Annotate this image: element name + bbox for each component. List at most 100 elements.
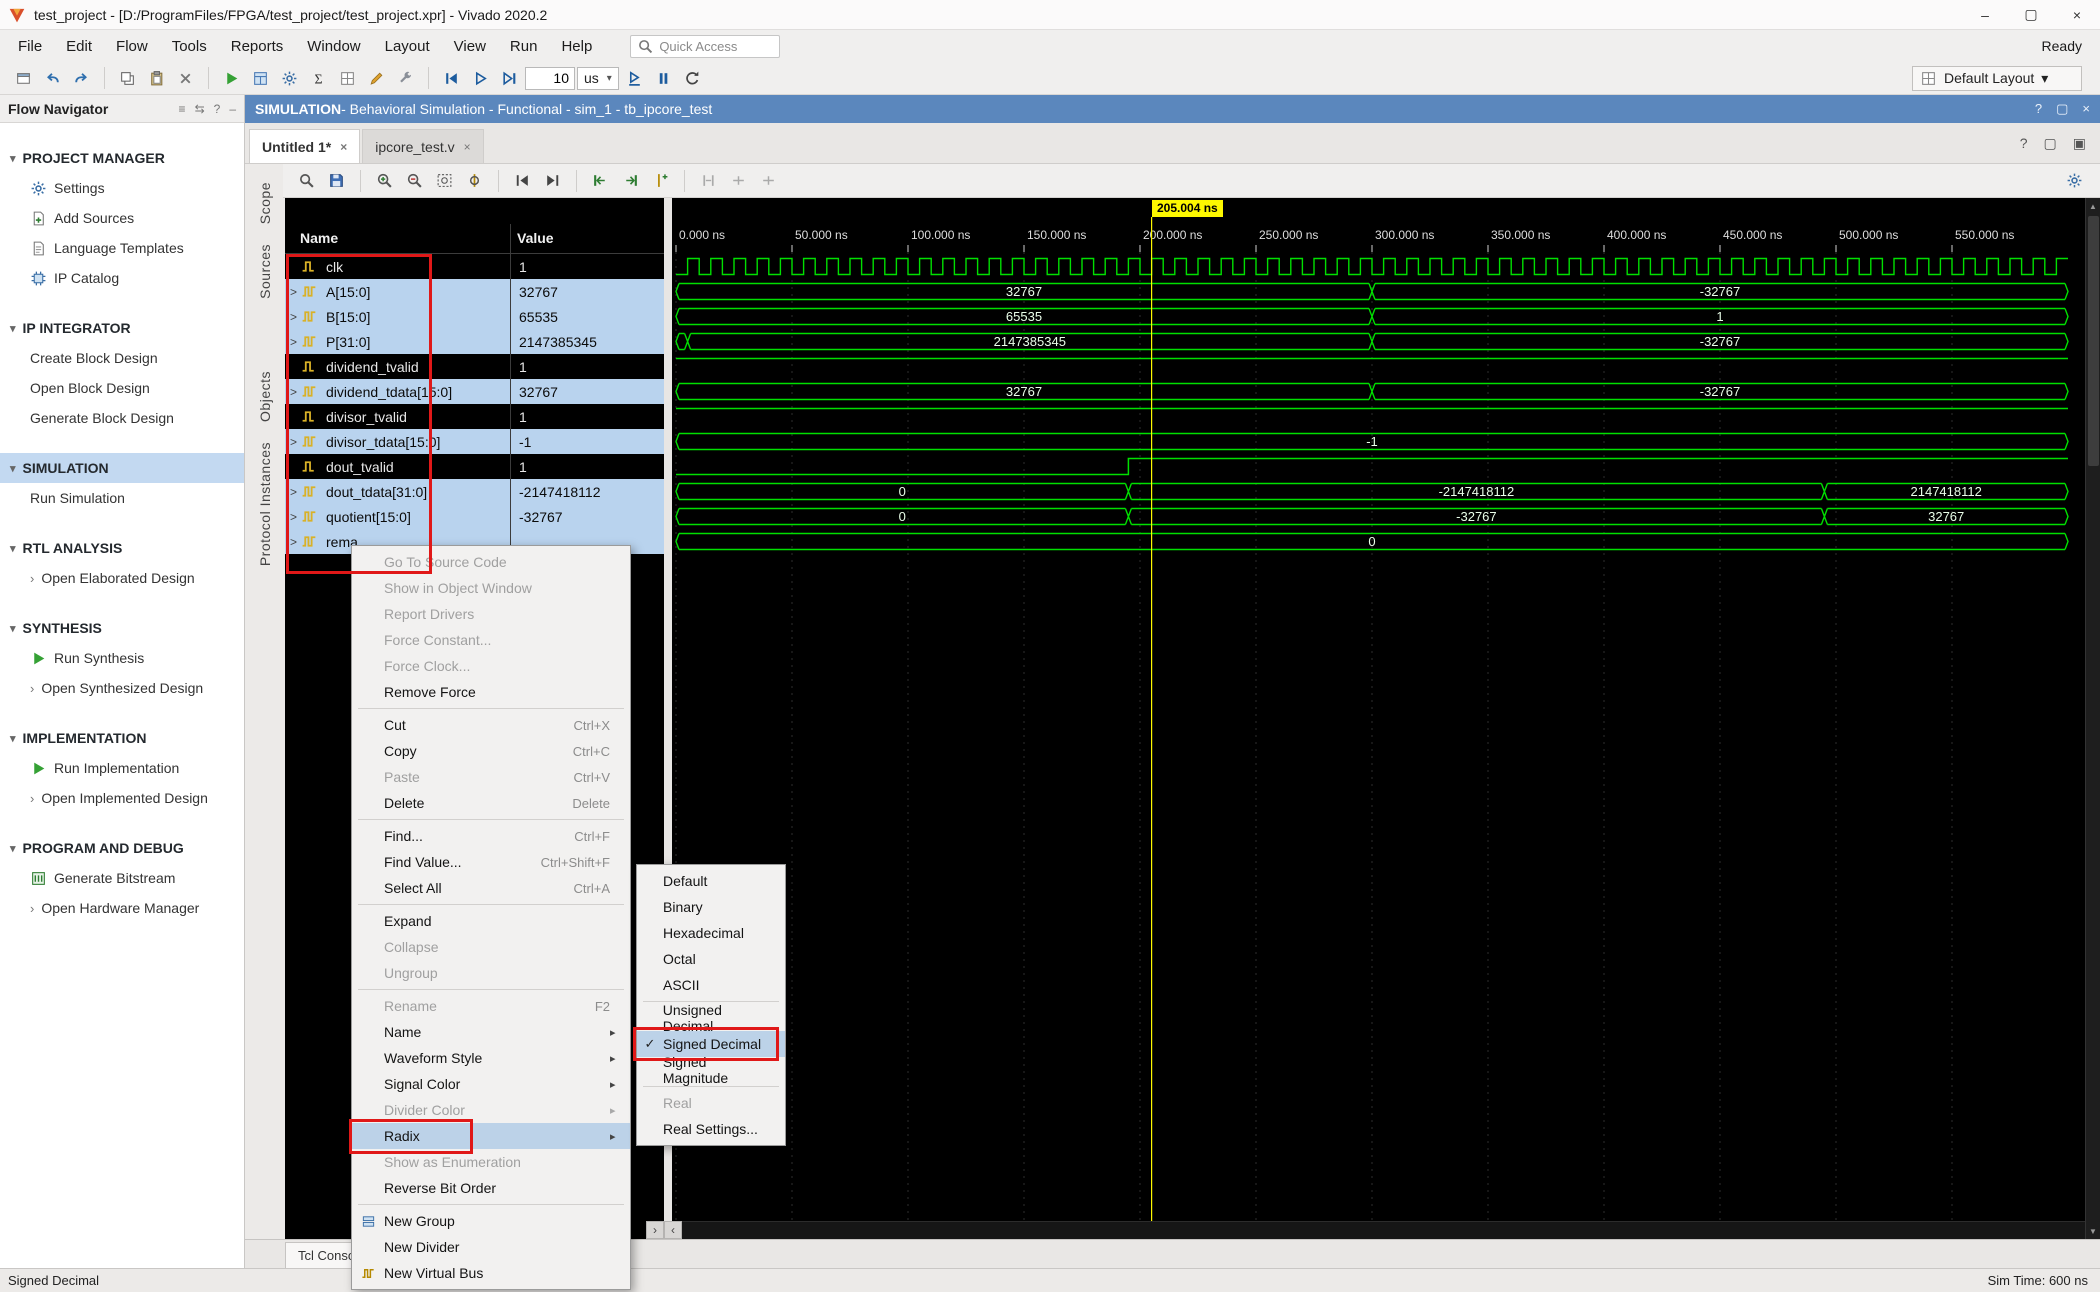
menu-run[interactable]: Run: [498, 33, 550, 60]
report-sum-button[interactable]: Σ: [305, 65, 332, 92]
flow-item-add-sources[interactable]: Add Sources: [0, 203, 244, 233]
menu-item-delete[interactable]: DeleteDelete: [352, 790, 630, 816]
quick-access-search[interactable]: Quick Access: [630, 35, 780, 58]
flow-item-create-block-design[interactable]: Create Block Design: [0, 343, 244, 373]
menu-item-signal-color[interactable]: Signal Color▸: [352, 1071, 630, 1097]
flow-item-run-synthesis[interactable]: Run Synthesis: [0, 643, 244, 673]
radix-option-octal[interactable]: Octal: [637, 946, 785, 972]
waveform-canvas[interactable]: 205.004 ns 0.000 ns50.000 ns100.000 ns15…: [672, 198, 2085, 1239]
menu-layout[interactable]: Layout: [373, 33, 442, 60]
restart-simulation-button[interactable]: [438, 65, 465, 92]
flow-section-simulation[interactable]: ▾SIMULATION: [0, 453, 244, 483]
close-icon[interactable]: ×: [340, 140, 347, 154]
edit-button[interactable]: [363, 65, 390, 92]
vertical-scrollbar[interactable]: ▲ ▼: [2085, 198, 2100, 1239]
flow-item-language-templates[interactable]: Language Templates: [0, 233, 244, 263]
layout-grid-button[interactable]: [334, 65, 361, 92]
menu-help[interactable]: Help: [549, 33, 604, 60]
pause-button[interactable]: [650, 65, 677, 92]
find-button[interactable]: [293, 167, 320, 194]
go-to-start-button[interactable]: [509, 167, 536, 194]
menu-flow[interactable]: Flow: [104, 33, 160, 60]
zoom-out-button[interactable]: [401, 167, 428, 194]
go-to-end-button[interactable]: [539, 167, 566, 194]
radix-option-ascii[interactable]: ASCII: [637, 972, 785, 998]
copy-button[interactable]: [114, 65, 141, 92]
run-button[interactable]: [218, 65, 245, 92]
tools-button[interactable]: [392, 65, 419, 92]
save-waveform-button[interactable]: [323, 167, 350, 194]
menu-reports[interactable]: Reports: [219, 33, 296, 60]
radix-option-real[interactable]: Real: [637, 1090, 785, 1116]
layout-select[interactable]: Default Layout▾: [1912, 66, 2082, 91]
flow-item-generate-bitstream[interactable]: Generate Bitstream: [0, 863, 244, 893]
menu-item-cut[interactable]: CutCtrl+X: [352, 712, 630, 738]
flow-section-rtl-analysis[interactable]: ▾RTL ANALYSIS: [0, 533, 244, 563]
radix-option-hexadecimal[interactable]: Hexadecimal: [637, 920, 785, 946]
step-button[interactable]: [621, 65, 648, 92]
close-icon[interactable]: ×: [2054, 0, 2100, 30]
side-tab-sources[interactable]: Sources: [257, 234, 273, 309]
undo-button[interactable]: [39, 65, 66, 92]
close-icon[interactable]: ×: [2082, 101, 2090, 117]
dashboard-button[interactable]: [247, 65, 274, 92]
flow-item-ip-catalog[interactable]: IP Catalog: [0, 263, 244, 293]
vertical-scroll-thumb[interactable]: [2088, 216, 2099, 466]
radix-option-real-settings[interactable]: Real Settings...: [637, 1116, 785, 1142]
flow-item-open-synthesized-design[interactable]: ›Open Synthesized Design: [0, 673, 244, 703]
float-icon[interactable]: ▢: [2056, 101, 2068, 117]
menu-item-paste[interactable]: PasteCtrl+V: [352, 764, 630, 790]
menu-window[interactable]: Window: [295, 33, 372, 60]
close-icon[interactable]: ×: [464, 140, 471, 154]
flow-item-settings[interactable]: Settings: [0, 173, 244, 203]
flow-section-ip-integrator[interactable]: ▾IP INTEGRATOR: [0, 313, 244, 343]
tab-untitled-1-[interactable]: Untitled 1*×: [249, 129, 360, 163]
next-transition-button[interactable]: [617, 167, 644, 194]
menu-item-force-constant[interactable]: Force Constant...: [352, 627, 630, 653]
floating-ruler-button[interactable]: [755, 167, 782, 194]
column-divider[interactable]: [510, 224, 511, 254]
add-marker-button[interactable]: [647, 167, 674, 194]
flow-item-run-simulation[interactable]: Run Simulation: [0, 483, 244, 513]
menu-item-ungroup[interactable]: Ungroup: [352, 960, 630, 986]
menu-item-report-drivers[interactable]: Report Drivers: [352, 601, 630, 627]
menu-item-find[interactable]: Find...Ctrl+F: [352, 823, 630, 849]
help-icon[interactable]: ?: [214, 102, 221, 116]
side-tab-scope[interactable]: Scope: [257, 172, 273, 234]
previous-transition-button[interactable]: [587, 167, 614, 194]
menu-item-find-value[interactable]: Find Value...Ctrl+Shift+F: [352, 849, 630, 875]
menu-edit[interactable]: Edit: [54, 33, 104, 60]
minimize-icon[interactable]: –: [1962, 0, 2008, 30]
menu-item-new-group[interactable]: New Group: [352, 1208, 630, 1234]
side-tab-objects[interactable]: Objects: [257, 361, 273, 432]
scroll-up-icon[interactable]: ▲: [2086, 198, 2100, 214]
radix-option-default[interactable]: Default: [637, 868, 785, 894]
flow-section-synthesis[interactable]: ▾SYNTHESIS: [0, 613, 244, 643]
toggle-icon[interactable]: ≡: [179, 102, 186, 116]
expand-right-icon[interactable]: ›: [646, 1221, 664, 1239]
zoom-to-cursor-button[interactable]: [461, 167, 488, 194]
menu-tools[interactable]: Tools: [160, 33, 219, 60]
collapse-left-icon[interactable]: ‹: [664, 1221, 682, 1239]
menu-item-rename[interactable]: RenameF2: [352, 993, 630, 1019]
swap-icon[interactable]: ⇆: [195, 102, 205, 116]
help-icon[interactable]: ?: [2035, 101, 2042, 117]
paste-button[interactable]: [143, 65, 170, 92]
settings-button[interactable]: [276, 65, 303, 92]
zoom-in-button[interactable]: [371, 167, 398, 194]
zoom-fit-button[interactable]: [431, 167, 458, 194]
collapse-icon[interactable]: –: [229, 102, 236, 116]
horizontal-scrollbar[interactable]: [672, 1221, 2085, 1239]
menu-item-name[interactable]: Name▸: [352, 1019, 630, 1045]
tab-ipcore-test-v[interactable]: ipcore_test.v×: [362, 129, 483, 163]
relaunch-button[interactable]: [679, 65, 706, 92]
waveform-plot[interactable]: 32767-327676553512147385345-3276732767-3…: [672, 198, 2085, 1239]
menu-item-expand[interactable]: Expand: [352, 908, 630, 934]
menu-item-collapse[interactable]: Collapse: [352, 934, 630, 960]
help-icon[interactable]: ?: [2020, 135, 2028, 151]
open-recent-button[interactable]: [10, 65, 37, 92]
flow-item-run-implementation[interactable]: Run Implementation: [0, 753, 244, 783]
menu-item-waveform-style[interactable]: Waveform Style▸: [352, 1045, 630, 1071]
radix-option-binary[interactable]: Binary: [637, 894, 785, 920]
flow-item-open-elaborated-design[interactable]: ›Open Elaborated Design: [0, 563, 244, 593]
